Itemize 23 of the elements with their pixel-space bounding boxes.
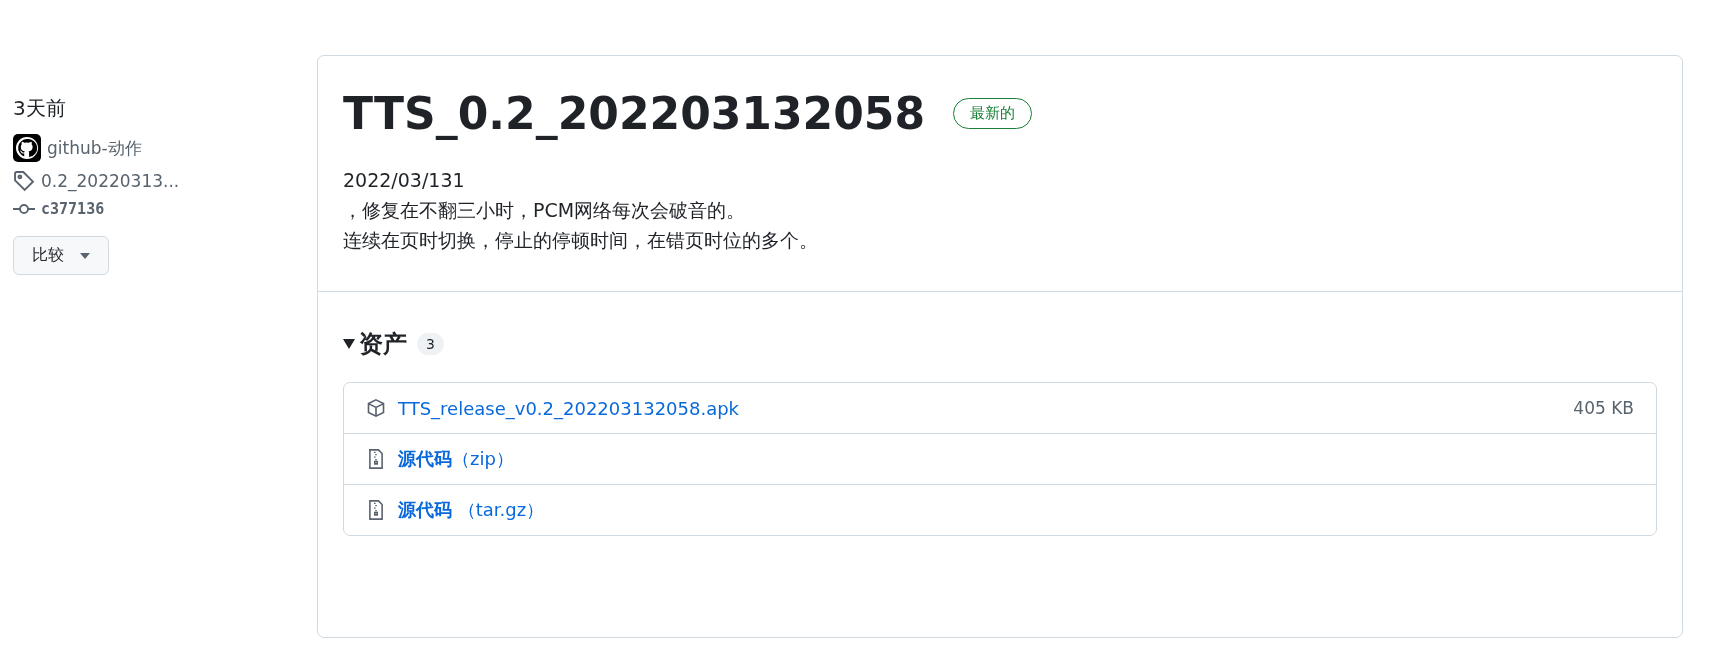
- compare-button[interactable]: 比较: [13, 236, 109, 275]
- assets-toggle[interactable]: 资产: [343, 328, 407, 360]
- zip-file-icon: [366, 448, 386, 470]
- commit-icon: [13, 202, 35, 216]
- asset-link[interactable]: 源代码（zip）: [398, 447, 514, 471]
- release-note: 连续在页时切换，停止的停顿时间，在错页时位的多个。: [343, 228, 819, 253]
- asset-count: 3: [417, 333, 444, 355]
- asset-link[interactable]: 源代码 （tar.gz）: [398, 498, 545, 522]
- release-note: ，修复在不翻三小时，PCM网络每次会破音的。: [343, 198, 747, 223]
- github-avatar-icon: [13, 134, 41, 162]
- tag-icon: [13, 170, 35, 192]
- release-title: TTS_0.2_202203132058: [343, 88, 926, 139]
- commit-hash[interactable]: c377136: [41, 200, 105, 218]
- release-time: 3天前: [13, 95, 67, 122]
- release-note: 2022/03/131: [343, 168, 466, 193]
- cube-icon: [366, 398, 386, 418]
- tag-name[interactable]: 0.2_20220313...: [41, 171, 180, 191]
- asset-link[interactable]: TTS_release_v0.2_202203132058.apk: [398, 397, 740, 419]
- caret-icon: [80, 252, 90, 259]
- author-name[interactable]: github-动作: [47, 136, 142, 160]
- caret-icon: [343, 339, 355, 349]
- zip-file-icon: [366, 499, 386, 521]
- asset-size: 405 KB: [1573, 398, 1634, 418]
